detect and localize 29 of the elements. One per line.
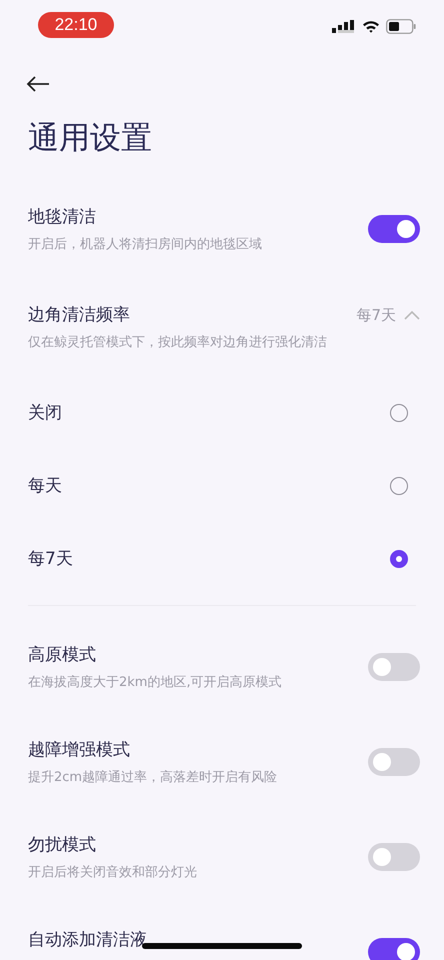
setting-title: 高原模式 [28,644,97,667]
page-title: 通用设置 [28,119,153,158]
option-label: 每天 [28,475,62,497]
setting-description: 在海拔高度大于2km的地区,可开启高原模式 [28,674,282,692]
back-button[interactable] [26,76,50,92]
setting-description: 开启后将关闭音效和部分灯光 [28,864,197,882]
toggle-switch[interactable] [368,938,420,960]
option-label: 关闭 [28,402,62,424]
setting-title: 地毯清洁 [28,206,97,229]
radio-button[interactable] [390,550,408,568]
radio-button[interactable] [390,404,408,422]
setting-description: 提升2cm越障通过率，高落差时开启有风险 [28,769,278,787]
option-label: 每7天 [28,548,73,570]
wifi-icon [362,20,380,32]
signal-icon [332,20,356,32]
setting-description: 仅在鲸灵托管模式下，按此频率对边角进行强化清洁 [28,334,327,352]
setting-description: 开启后，机器人将清扫房间内的地毯区域 [28,236,262,254]
radio-button[interactable] [390,476,408,494]
chevron-up-icon[interactable] [404,310,420,320]
status-time: 22:10 [38,12,114,38]
selected-value: 每7天 [356,305,396,326]
toggle-switch[interactable] [368,748,420,776]
setting-title: 越障增强模式 [28,739,131,762]
toggle-switch[interactable] [368,653,420,681]
toggle-switch[interactable] [368,215,420,243]
battery-icon [386,18,416,34]
setting-title: 勿扰模式 [28,834,97,857]
toggle-switch[interactable] [368,843,420,871]
setting-title: 边角清洁频率 [28,304,131,327]
